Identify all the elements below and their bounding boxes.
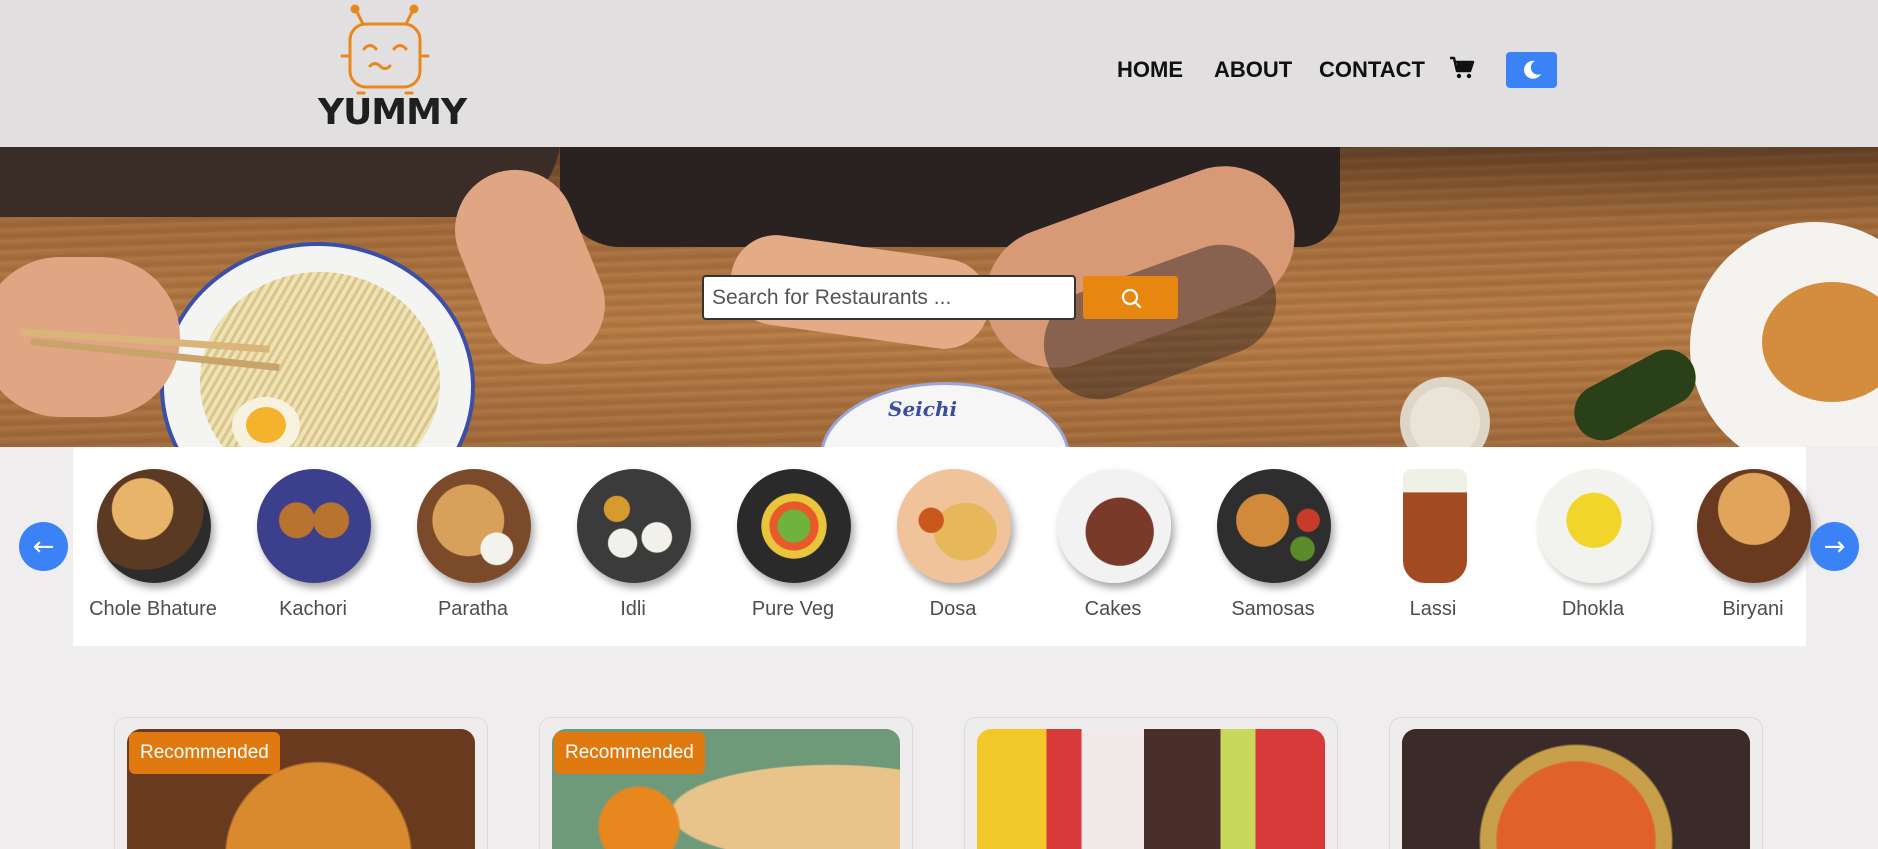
dosa-image [897,469,1011,583]
category-item[interactable]: Lassi [1353,447,1513,646]
hero-photo-part [232,397,300,447]
dhokla-image [1537,469,1651,583]
category-label: Samosas [1231,598,1315,620]
pure-veg-image [737,469,851,583]
category-item[interactable]: Paratha [393,447,553,646]
search-icon [1121,288,1141,308]
carousel-prev-button[interactable]: ← [19,522,68,571]
category-item[interactable]: Dosa [873,447,1033,646]
paneer-curry-image [1402,729,1750,849]
category-item[interactable]: Chole Bhature [73,447,233,646]
category-label: Paratha [437,598,509,620]
kachori-image [257,469,371,583]
brand-name: YUMMY [318,92,467,133]
nav-about-link[interactable]: ABOUT [1214,57,1292,83]
samosas-image [1217,469,1331,583]
category-label: Dosa [929,598,977,620]
carousel-next-button[interactable]: → [1810,522,1859,571]
category-carousel: Chole Bhature Kachori Paratha Idli Pure … [73,447,1811,646]
category-label: Idli [620,598,646,620]
theme-toggle-button[interactable] [1506,52,1557,88]
category-item[interactable]: Cakes [1033,447,1193,646]
category-item[interactable]: Samosas [1193,447,1353,646]
robot-logo-icon [340,4,430,95]
bowl-brand-text: Seichi [888,397,958,421]
cart-button[interactable] [1449,56,1475,80]
lassi-image [1403,469,1467,583]
nav-contact-link[interactable]: CONTACT [1319,57,1425,83]
biryani-image [1697,469,1811,583]
restaurant-card[interactable] [1389,717,1763,849]
category-item[interactable]: Dhokla [1513,447,1673,646]
category-label: Pure Veg [751,598,835,620]
category-item[interactable]: Idli [553,447,713,646]
idli-image [577,469,691,583]
search-button[interactable] [1083,276,1178,319]
restaurant-card[interactable]: Recommended [539,717,913,849]
chole-bhature-image [97,469,211,583]
desserts-image [977,729,1325,849]
recommended-badge: Recommended [129,732,280,774]
category-label: Chole Bhature [89,598,217,620]
nav-home-link[interactable]: HOME [1117,57,1183,83]
restaurant-card[interactable]: Recommended [114,717,488,849]
category-label: Biryani [1722,598,1784,620]
recommended-badge: Recommended [554,732,705,774]
category-label: Cakes [1084,598,1142,620]
moon-icon [1523,60,1541,79]
yummy-logo[interactable]: YUMMY [318,4,467,134]
category-label: Kachori [279,598,347,620]
cart-icon [1450,56,1475,79]
category-item[interactable]: Kachori [233,447,393,646]
category-label: Dhokla [1561,598,1625,620]
site-header: YUMMY HOME ABOUT CONTACT [0,0,1878,147]
restaurant-card[interactable] [964,717,1338,849]
restaurant-search-input[interactable] [702,275,1076,320]
category-label: Lassi [1409,598,1457,620]
category-item[interactable]: Biryani [1673,447,1833,646]
cakes-image [1057,469,1171,583]
paratha-image [417,469,531,583]
category-item[interactable]: Pure Veg [713,447,873,646]
